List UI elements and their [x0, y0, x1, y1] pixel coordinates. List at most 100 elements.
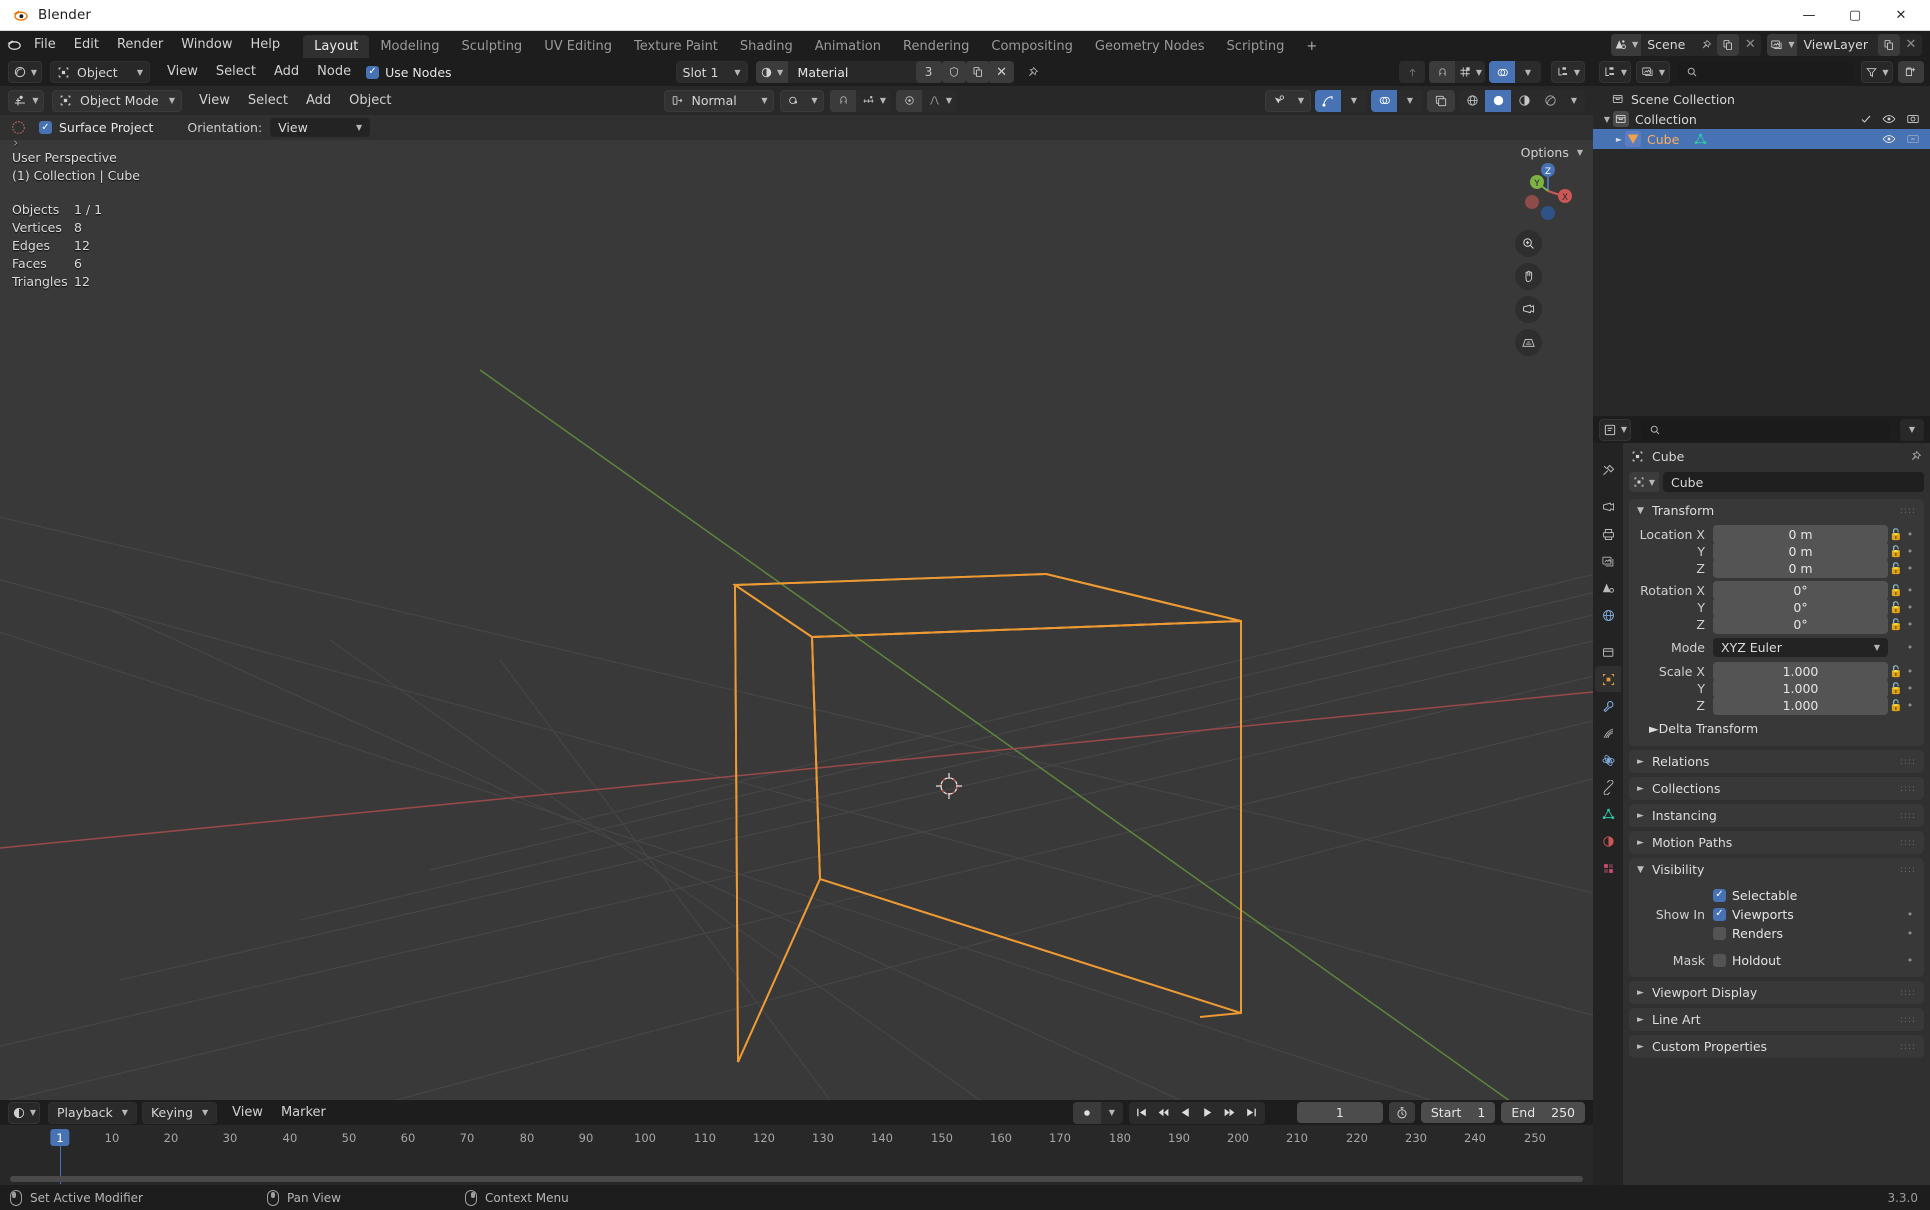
lock-icon[interactable]: 🔓: [1888, 545, 1904, 558]
animate-dot-icon[interactable]: •: [1904, 954, 1916, 967]
new-material-icon[interactable]: [965, 61, 990, 83]
camera-icon[interactable]: [1906, 112, 1920, 126]
menu-edit[interactable]: Edit: [65, 34, 108, 56]
record-dot-icon[interactable]: [1072, 1101, 1101, 1124]
timeline-icon[interactable]: ▼: [8, 1101, 40, 1124]
go-to-parent-icon[interactable]: [1399, 61, 1425, 83]
properties-tab-material[interactable]: [1595, 828, 1621, 854]
toggle-perspective-icon[interactable]: [1515, 329, 1542, 356]
shading-wireframe-icon[interactable]: [1459, 90, 1485, 112]
properties-tab-physics[interactable]: [1595, 747, 1621, 773]
frame-start-field[interactable]: Start 1: [1420, 1102, 1496, 1123]
input-rotation-z[interactable]: 0°: [1713, 614, 1888, 634]
properties-tab-output[interactable]: [1595, 521, 1621, 547]
lock-icon[interactable]: 🔓: [1888, 601, 1904, 614]
view-layer-icon[interactable]: ▼: [1767, 33, 1798, 56]
snap-magnet-icon[interactable]: [1429, 61, 1455, 83]
play-reverse-icon[interactable]: [1175, 1102, 1197, 1124]
timeline-menu-keying[interactable]: Keying ▼: [141, 1101, 218, 1124]
properties-tab-modifiers[interactable]: [1595, 693, 1621, 719]
snap-node-icon[interactable]: ▼: [1455, 61, 1485, 83]
panel-line-art-header[interactable]: ► Line Art ::::: [1629, 1008, 1924, 1031]
auto-keying-dropdown[interactable]: ▼: [1101, 1102, 1123, 1124]
3d-viewport[interactable]: › User Perspective (1) Collection | Cube…: [0, 140, 1593, 1100]
lock-icon[interactable]: 🔓: [1888, 562, 1904, 575]
shader-menu-select[interactable]: Select: [207, 61, 265, 83]
current-frame-input[interactable]: 1: [1296, 1102, 1383, 1123]
viewlayer-selector[interactable]: ▼ ViewLayer ✕: [1767, 33, 1922, 56]
surface-project-checkbox[interactable]: ✓: [39, 121, 52, 134]
properties-tab-object[interactable]: [1595, 666, 1621, 692]
snap-increment-icon[interactable]: ▼: [856, 90, 890, 112]
timeline-ruler[interactable]: 10 20 30 40 50 60 70 80 90 100 110 120 1…: [0, 1125, 1593, 1184]
menu-file[interactable]: File: [25, 34, 65, 56]
properties-tab-texture[interactable]: [1595, 855, 1621, 881]
menu-render[interactable]: Render: [108, 34, 172, 56]
viewport-menu-add[interactable]: Add: [297, 90, 340, 112]
falloff-curve-icon[interactable]: ▼: [922, 90, 956, 112]
timeline-menu-marker[interactable]: Marker: [272, 1102, 335, 1124]
animate-dot-icon[interactable]: •: [1904, 601, 1916, 614]
lock-icon[interactable]: 🔓: [1888, 699, 1904, 712]
camera-off-icon[interactable]: [1906, 132, 1920, 146]
filter-funnel-icon[interactable]: ▼: [1861, 61, 1893, 83]
jump-to-end-icon[interactable]: [1241, 1102, 1263, 1124]
input-scale-z[interactable]: 1.000: [1713, 695, 1888, 715]
xray-toggle-icon[interactable]: [1427, 89, 1455, 112]
timeline-menu-view[interactable]: View: [223, 1102, 272, 1124]
viewport-menu-object[interactable]: Object: [340, 90, 400, 112]
subpanel-delta-transform[interactable]: ► Delta Transform: [1629, 717, 1924, 739]
tab-sculpting[interactable]: Sculpting: [450, 35, 533, 58]
properties-tab-data[interactable]: [1595, 801, 1621, 827]
scene-data-icon[interactable]: ▼: [1611, 33, 1642, 56]
pin-icon[interactable]: [1909, 450, 1922, 463]
viewport-canvas[interactable]: [0, 140, 1593, 1100]
animate-dot-icon[interactable]: •: [1904, 584, 1916, 597]
outliner-row-scene-collection[interactable]: Scene Collection: [1593, 89, 1930, 109]
renders-checkbox[interactable]: [1713, 926, 1726, 940]
panel-collections-header[interactable]: ► Collections ::::: [1629, 777, 1924, 800]
input-location-z[interactable]: 0 m: [1713, 558, 1888, 578]
material-sphere-icon[interactable]: ▼: [755, 61, 788, 83]
minimize-button[interactable]: —: [1786, 0, 1832, 31]
close-button[interactable]: ✕: [1878, 0, 1924, 31]
unlink-material-icon[interactable]: ✕: [989, 61, 1014, 83]
properties-options-dropdown[interactable]: ▼: [1900, 418, 1924, 441]
shader-menu-view[interactable]: View: [158, 61, 207, 83]
shading-dropdown[interactable]: ▼: [1563, 90, 1585, 112]
selectable-checkbox[interactable]: ✓: [1713, 888, 1726, 902]
animate-dot-icon[interactable]: •: [1904, 618, 1916, 631]
tab-texture-paint[interactable]: Texture Paint: [623, 35, 729, 58]
tab-shading[interactable]: Shading: [729, 35, 804, 58]
breadcrumb-icon[interactable]: ▼: [1551, 61, 1585, 83]
properties-tab-world[interactable]: [1595, 602, 1621, 628]
timeline-body[interactable]: 10 20 30 40 50 60 70 80 90 100 110 120 1…: [0, 1125, 1593, 1185]
play-icon[interactable]: [1197, 1102, 1219, 1124]
mesh-data-triangle-icon[interactable]: [1693, 132, 1708, 147]
lock-icon[interactable]: 🔓: [1888, 618, 1904, 631]
tab-modeling[interactable]: Modeling: [369, 35, 450, 58]
object-square-icon[interactable]: ▼: [1629, 472, 1659, 492]
material-slot-selector[interactable]: Slot 1 ▼: [675, 61, 748, 83]
material-name[interactable]: Material: [788, 65, 916, 80]
object-visibility-selector[interactable]: ▼: [1265, 89, 1311, 112]
cube-expander-icon[interactable]: ►: [1613, 135, 1625, 144]
shader-overlays-dropdown[interactable]: ▼: [1515, 61, 1541, 83]
viewlayer-name[interactable]: ViewLayer: [1797, 37, 1878, 52]
tab-animation[interactable]: Animation: [804, 35, 892, 58]
nav-axis-gizmo[interactable]: Z X Y: [1515, 158, 1581, 224]
panel-transform-header[interactable]: ▼ Transform ::::: [1629, 499, 1924, 522]
stopwatch-icon[interactable]: [1388, 1102, 1415, 1123]
checkbox-icon[interactable]: [1860, 113, 1872, 125]
properties-tab-scene[interactable]: [1595, 575, 1621, 601]
tab-scripting[interactable]: Scripting: [1216, 35, 1296, 58]
material-users-count[interactable]: 3: [915, 61, 942, 83]
object-name-input[interactable]: Cube: [1663, 472, 1924, 492]
editor-type-shader-icon[interactable]: ▼: [8, 61, 42, 83]
interaction-mode-selector[interactable]: Object Mode ▼: [52, 89, 182, 112]
lock-icon[interactable]: 🔓: [1888, 528, 1904, 541]
lock-icon[interactable]: 🔓: [1888, 682, 1904, 695]
properties-tab-collection[interactable]: [1595, 639, 1621, 665]
select-rotation-mode[interactable]: XYZ Euler ▼: [1713, 638, 1888, 657]
annotate-tool-icon[interactable]: [10, 119, 27, 136]
